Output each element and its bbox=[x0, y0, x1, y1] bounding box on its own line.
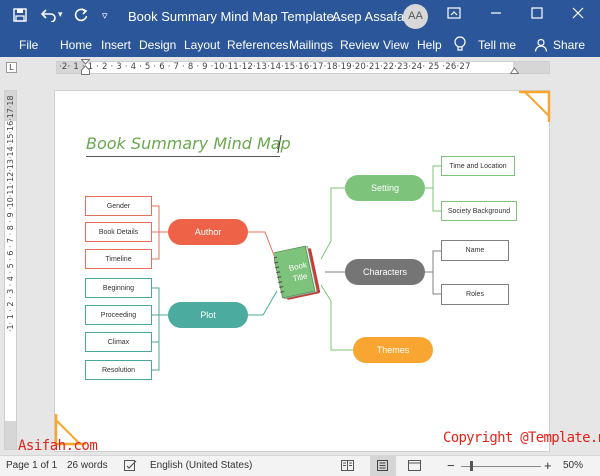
zoom-slider-thumb[interactable] bbox=[470, 461, 473, 471]
characters-item-roles[interactable]: Roles bbox=[441, 284, 509, 305]
characters-item-name[interactable]: Name bbox=[441, 240, 509, 261]
setting-item-society-background[interactable]: Society Background bbox=[441, 201, 517, 221]
zoom-in-button[interactable]: + bbox=[544, 458, 552, 473]
tell-me-search[interactable]: Tell me bbox=[478, 38, 516, 52]
tab-references[interactable]: References bbox=[227, 38, 288, 52]
undo-dropdown-icon[interactable]: ▾ bbox=[58, 9, 63, 20]
tab-design[interactable]: Design bbox=[139, 38, 176, 52]
avatar[interactable]: AA bbox=[403, 4, 428, 29]
horizontal-ruler[interactable]: ·2· 1 · 1 · 2 · 3 · 4 · 5 · 6 · 7 · 8 · … bbox=[56, 59, 550, 76]
vertical-ruler-numbers: ·1· 1 · 2 · 3 · 4 · 5 · 6 · 7 · 8 · 9 ·1… bbox=[6, 95, 15, 332]
close-icon[interactable] bbox=[572, 6, 584, 23]
document-title: Book Summary Mind Map Template... bbox=[128, 9, 345, 24]
web-layout-icon[interactable] bbox=[408, 460, 421, 471]
status-bar: Page 1 of 1 26 words English (United Sta… bbox=[0, 455, 600, 476]
undo-icon[interactable] bbox=[40, 8, 57, 26]
plot-item-proceeding[interactable]: Proceeding bbox=[85, 305, 152, 325]
title-bar: ▾ ▿ Book Summary Mind Map Template... As… bbox=[0, 0, 600, 33]
top-right-corner-mark bbox=[519, 90, 551, 122]
setting-item-time-location[interactable]: Time and Location bbox=[441, 156, 515, 176]
lightbulb-icon[interactable] bbox=[453, 36, 467, 53]
proofing-icon[interactable] bbox=[124, 460, 137, 471]
author-item-book-details[interactable]: Book Details bbox=[85, 222, 152, 242]
branch-characters[interactable]: Characters bbox=[345, 259, 425, 285]
tab-review[interactable]: Review bbox=[340, 38, 379, 52]
tab-home[interactable]: Home bbox=[60, 38, 92, 52]
share-button[interactable]: Share bbox=[553, 38, 585, 52]
redo-icon[interactable] bbox=[74, 8, 88, 26]
page-count[interactable]: Page 1 of 1 bbox=[6, 460, 57, 471]
right-indent-marker-icon[interactable] bbox=[510, 65, 519, 74]
tab-insert[interactable]: Insert bbox=[101, 38, 131, 52]
branch-themes[interactable]: Themes bbox=[353, 337, 433, 363]
tab-selector[interactable]: L bbox=[6, 62, 17, 73]
plot-item-beginning[interactable]: Beginning bbox=[85, 278, 152, 298]
ribbon-tabs: File Home Insert Design Layout Reference… bbox=[0, 33, 600, 57]
print-layout-icon[interactable] bbox=[376, 460, 389, 471]
author-item-gender[interactable]: Gender bbox=[85, 196, 152, 216]
share-person-icon[interactable] bbox=[534, 38, 548, 52]
customize-qat-icon[interactable]: ▿ bbox=[102, 9, 108, 22]
read-mode-icon[interactable] bbox=[341, 460, 354, 471]
branch-setting[interactable]: Setting bbox=[345, 175, 425, 201]
language-indicator[interactable]: English (United States) bbox=[150, 460, 252, 471]
zoom-slider[interactable] bbox=[461, 466, 541, 467]
tab-mailings[interactable]: Mailings bbox=[289, 38, 333, 52]
author-item-timeline[interactable]: Timeline bbox=[85, 249, 152, 269]
tab-layout[interactable]: Layout bbox=[184, 38, 220, 52]
word-count[interactable]: 26 words bbox=[67, 460, 108, 471]
tab-view[interactable]: View bbox=[383, 38, 409, 52]
plot-item-resolution[interactable]: Resolution bbox=[85, 360, 152, 380]
maximize-icon[interactable] bbox=[531, 6, 543, 23]
horizontal-ruler-numbers: ·2· 1 · 1 · 2 · 3 · 4 · 5 · 6 · 7 · 8 · … bbox=[59, 62, 471, 72]
indent-marker-icon[interactable] bbox=[81, 59, 90, 76]
vertical-ruler[interactable]: ·1· 1 · 2 · 3 · 4 · 5 · 6 · 7 · 8 · 9 ·1… bbox=[4, 90, 17, 450]
watermark-left: Asifah.com bbox=[18, 438, 98, 454]
plot-item-climax[interactable]: Climax bbox=[85, 332, 152, 352]
ribbon-display-icon[interactable] bbox=[447, 6, 461, 23]
tab-file[interactable]: File bbox=[19, 38, 38, 52]
watermark-right: Copyright @Template.net bbox=[443, 430, 600, 446]
zoom-out-button[interactable]: − bbox=[447, 458, 455, 473]
user-name[interactable]: Asep Assafah bbox=[332, 9, 412, 24]
document-page[interactable]: Book Summary Mind Map Gender Book Detail… bbox=[54, 90, 550, 452]
minimize-icon[interactable] bbox=[490, 6, 502, 23]
tab-help[interactable]: Help bbox=[417, 38, 442, 52]
save-icon[interactable] bbox=[13, 8, 27, 26]
branch-author[interactable]: Author bbox=[168, 219, 248, 245]
branch-plot[interactable]: Plot bbox=[168, 302, 248, 328]
zoom-level[interactable]: 50% bbox=[563, 460, 583, 471]
